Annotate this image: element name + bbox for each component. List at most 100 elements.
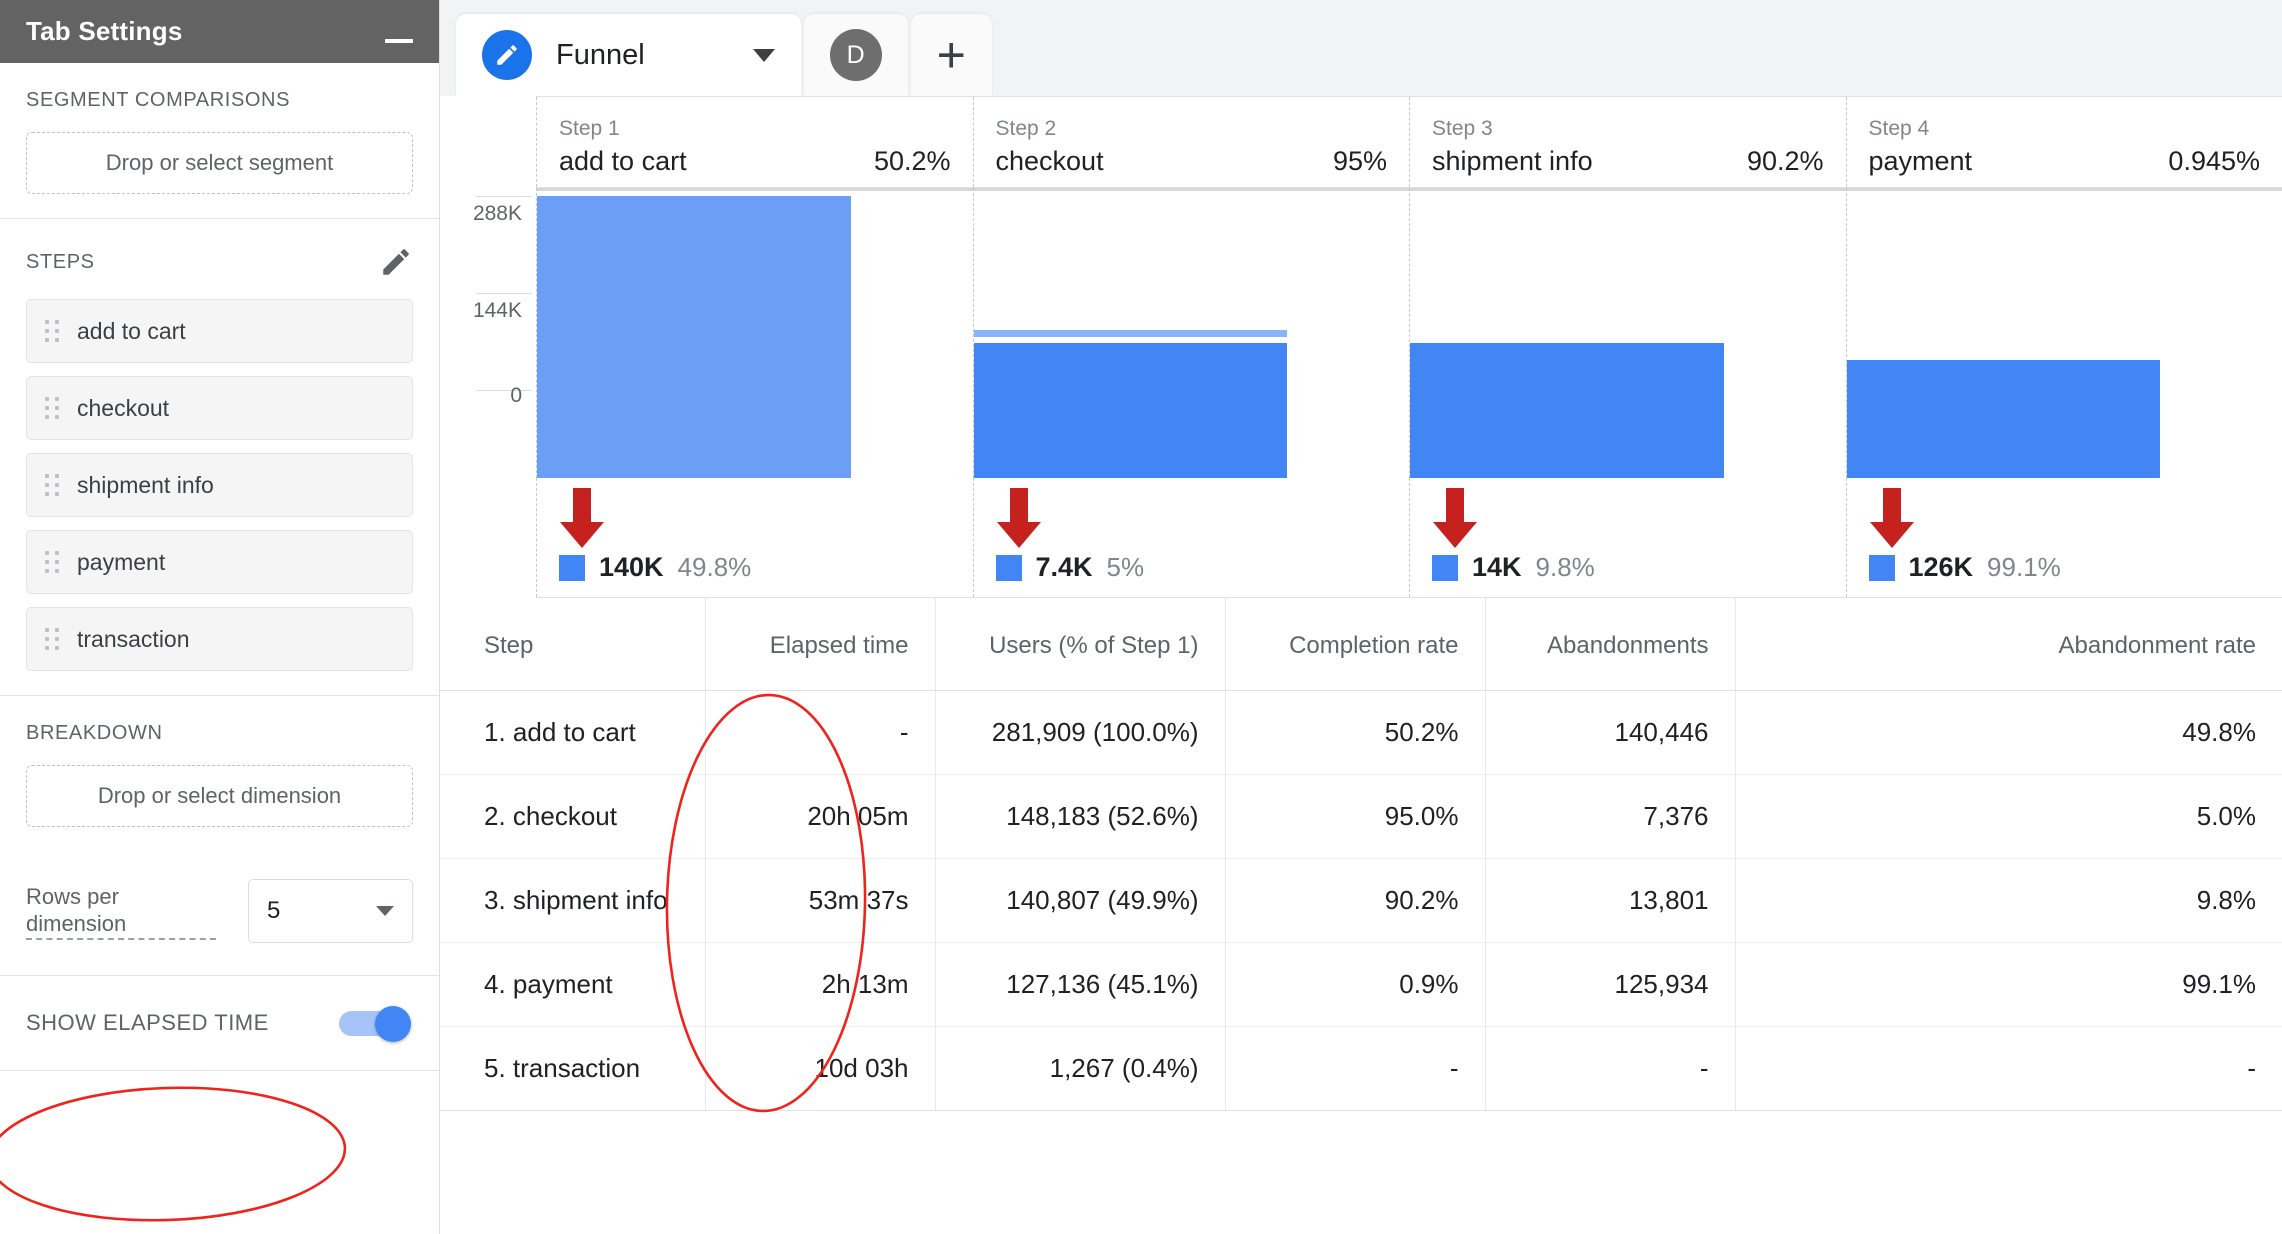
minimize-icon[interactable]: [385, 38, 413, 43]
plus-icon: +: [936, 27, 966, 83]
step-chip[interactable]: checkout: [26, 376, 413, 440]
step-chip[interactable]: shipment info: [26, 453, 413, 517]
column-header-step[interactable]: Step: [440, 598, 705, 691]
abandonment-cell: 7.4K 5%: [972, 478, 1410, 597]
funnel-table: Step Elapsed time Users (% of Step 1) Co…: [440, 598, 2282, 1111]
chevron-down-icon[interactable]: [752, 48, 775, 62]
rows-per-dimension-label-text: Rows per dimension: [26, 883, 216, 940]
funnel-step-header[interactable]: Step 4 payment 0.945%: [1845, 97, 2282, 187]
breakdown-dropzone[interactable]: Drop or select dimension: [26, 765, 413, 827]
show-elapsed-time-label: SHOW ELAPSED TIME: [26, 1010, 269, 1035]
funnel-explorer-app: Tab Settings SEGMENT COMPARISONS Drop or…: [0, 0, 2282, 1234]
cell-elapsed-time: 53m 37s: [704, 858, 935, 943]
drag-handle-icon[interactable]: [45, 474, 59, 496]
cell-abandonments: 13,801: [1484, 858, 1735, 943]
show-elapsed-time-toggle[interactable]: [339, 1006, 413, 1042]
down-arrow-icon: [1433, 488, 1477, 548]
cell-abandonment-rate: 49.8%: [1734, 690, 2282, 775]
cell-completion-rate: 50.2%: [1224, 690, 1485, 775]
table-row[interactable]: 3. shipment info 53m 37s 140,807 (49.9%)…: [440, 858, 2282, 943]
cell-users: 127,136 (45.1%): [934, 942, 1225, 1027]
funnel-bar-column[interactable]: [536, 188, 973, 478]
cell-completion-rate: 90.2%: [1224, 858, 1485, 943]
rows-per-dimension-select[interactable]: 5: [248, 879, 413, 943]
funnel-step-header[interactable]: Step 3 shipment info 90.2%: [1409, 97, 1846, 187]
abandonment-percent: 99.1%: [1987, 552, 2061, 582]
cell-step: 2. checkout: [440, 774, 705, 859]
column-header-abandonment-rate[interactable]: Abandonment rate: [1734, 598, 2282, 691]
rows-per-dimension-row: Rows per dimension 5: [0, 879, 439, 943]
funnel-bar[interactable]: [1846, 360, 2161, 478]
column-header-elapsed-time[interactable]: Elapsed time: [704, 598, 935, 691]
step-number: Step 3: [1432, 117, 1493, 140]
drag-handle-icon[interactable]: [45, 551, 59, 573]
segment-comparisons-label: SEGMENT COMPARISONS: [26, 89, 291, 111]
cell-step: 4. payment: [440, 942, 705, 1027]
down-arrow-icon: [1869, 488, 1914, 548]
step-completion-rate: 95%: [1332, 146, 1387, 176]
steps-section-header: STEPS: [26, 245, 413, 279]
segment-comparisons-section: SEGMENT COMPARISONS Drop or select segme…: [0, 63, 439, 219]
y-tick-label: 144K: [472, 299, 522, 322]
down-arrow-icon: [560, 488, 604, 548]
drag-handle-icon[interactable]: [45, 320, 59, 342]
step-chip[interactable]: transaction: [26, 607, 413, 671]
cell-users: 148,183 (52.6%): [934, 774, 1225, 859]
steps-section: STEPS add to cart checkout shipment info…: [0, 219, 439, 696]
sidebar-header: Tab Settings: [0, 0, 439, 63]
bar-segment-users: [1410, 343, 1724, 478]
abandonment-value: 126K: [1908, 552, 1974, 582]
drag-handle-icon[interactable]: [45, 628, 59, 650]
step-completion-rate: 0.945%: [2168, 146, 2260, 176]
funnel-bar[interactable]: [1410, 343, 1724, 478]
abandonment-cell: 140K 49.8%: [536, 478, 973, 597]
table-row[interactable]: 5. transaction 10d 03h 1,267 (0.4%) - - …: [440, 1026, 2282, 1111]
abandonment-percent: 5%: [1106, 552, 1145, 582]
add-tab-button[interactable]: +: [910, 14, 992, 96]
legend-swatch: [559, 554, 585, 581]
abandonment-percent: 9.8%: [1535, 552, 1595, 582]
funnel-bar-column[interactable]: [1409, 188, 1846, 478]
funnel-bar[interactable]: [537, 196, 851, 478]
down-arrow-icon: [996, 488, 1041, 548]
cell-abandonment-rate: 9.8%: [1734, 858, 2282, 943]
table-row[interactable]: 2. checkout 20h 05m 148,183 (52.6%) 95.0…: [440, 774, 2282, 859]
cell-elapsed-time: -: [704, 690, 935, 775]
legend-swatch: [1868, 554, 1895, 581]
legend-swatch: [995, 554, 1022, 581]
page-title: Tab Settings: [26, 16, 183, 46]
column-header-completion-rate[interactable]: Completion rate: [1224, 598, 1485, 691]
cell-step: 1. add to cart: [440, 690, 705, 775]
funnel-bar[interactable]: [973, 330, 1288, 478]
funnel-step-header[interactable]: Step 1 add to cart 50.2%: [536, 97, 973, 187]
step-chip[interactable]: payment: [26, 530, 413, 594]
rows-per-dimension-label: Rows per dimension: [26, 883, 216, 940]
cell-abandonments: 7,376: [1484, 774, 1735, 859]
bar-segment-users: [973, 343, 1288, 478]
cell-abandonment-rate: -: [1734, 1026, 2282, 1111]
funnel-bar-column[interactable]: [972, 188, 1410, 478]
cell-completion-rate: -: [1224, 1026, 1485, 1111]
column-header-abandonments[interactable]: Abandonments: [1484, 598, 1735, 691]
segment-dropzone[interactable]: Drop or select segment: [26, 132, 413, 194]
drag-handle-icon[interactable]: [45, 397, 59, 419]
step-name: shipment info: [1432, 146, 1593, 176]
step-chip-label: payment: [77, 548, 166, 575]
bar-segment-users: [537, 196, 851, 478]
tab-avatar[interactable]: D: [803, 14, 908, 96]
funnel-step-header[interactable]: Step 2 checkout 95%: [972, 97, 1410, 187]
table-row[interactable]: 4. payment 2h 13m 127,136 (45.1%) 0.9% 1…: [440, 942, 2282, 1027]
tab-settings-sidebar: Tab Settings SEGMENT COMPARISONS Drop or…: [0, 0, 440, 1234]
tab-funnel[interactable]: Funnel: [456, 14, 801, 96]
pencil-icon[interactable]: [379, 245, 413, 279]
steps-label: STEPS: [26, 250, 95, 273]
column-header-users[interactable]: Users (% of Step 1): [934, 598, 1225, 691]
cell-abandonments: 125,934: [1484, 942, 1735, 1027]
table-row[interactable]: 1. add to cart - 281,909 (100.0%) 50.2% …: [440, 690, 2282, 775]
funnel-bar-column[interactable]: [1845, 188, 2282, 478]
tab-funnel-label: Funnel: [556, 38, 645, 71]
cell-elapsed-time: 10d 03h: [704, 1026, 935, 1111]
chevron-down-icon: [376, 906, 394, 916]
step-chip[interactable]: add to cart: [26, 299, 413, 363]
cell-completion-rate: 95.0%: [1224, 774, 1485, 859]
